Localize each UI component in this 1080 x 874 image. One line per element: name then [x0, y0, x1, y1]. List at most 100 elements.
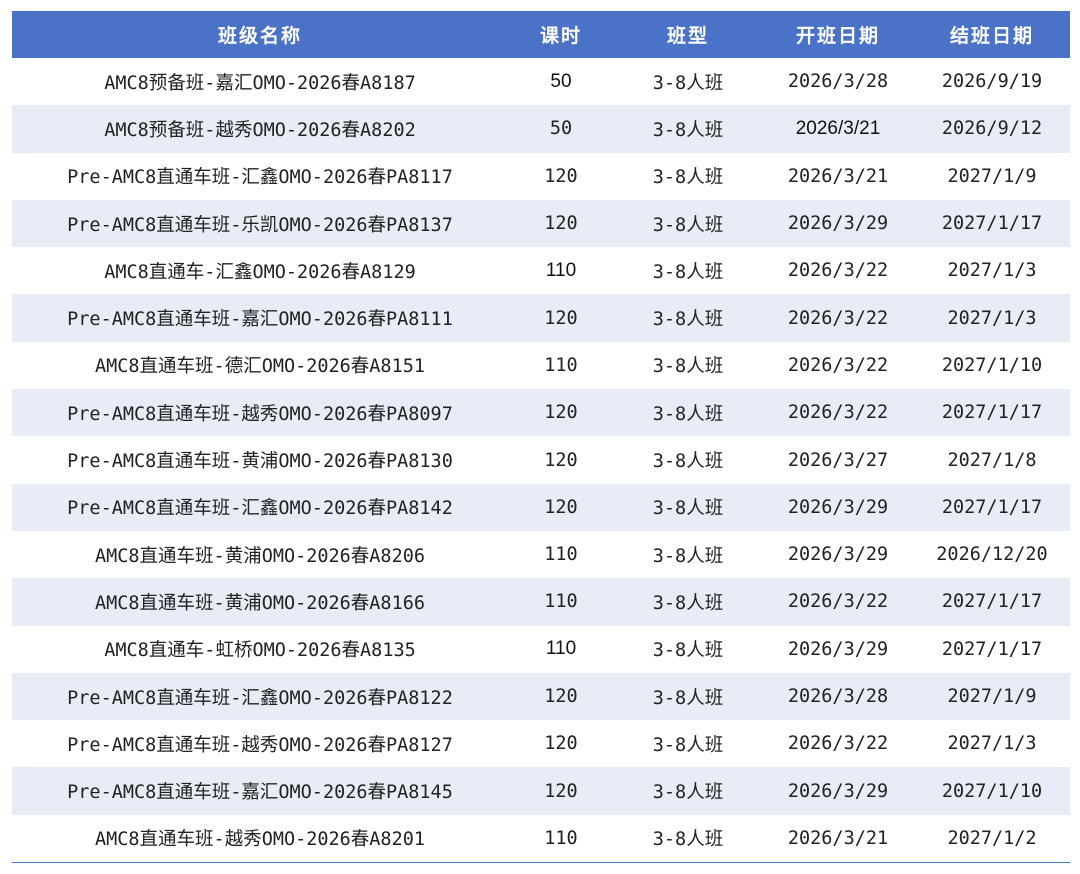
cell-class-type: 3-8人班	[614, 483, 762, 531]
table-row: AMC8预备班-越秀OMO-2026春A8202 50 3-8人班 2026/3…	[12, 105, 1070, 153]
cell-class-name: Pre-AMC8直通车班-嘉汇OMO-2026春PA8145	[12, 767, 508, 815]
cell-class-name: AMC8直通车-汇鑫OMO-2026春A8129	[104, 261, 416, 283]
cell-end-date: 2027/1/17	[914, 483, 1070, 531]
cell-start-date: 2026/3/29	[762, 767, 914, 815]
cell-class-name: Pre-AMC8直通车班-汇鑫OMO-2026春PA8117	[67, 167, 453, 189]
cell-class-hours: 110	[544, 544, 578, 566]
cell-class-type: 3-8人班	[614, 389, 762, 437]
cell-class-type: 3-8人班	[614, 672, 762, 721]
cell-end-date: 2027/1/3	[914, 294, 1070, 342]
cell-end-date: 2027/1/10	[941, 354, 1043, 376]
cell-end-date: 2027/1/9	[914, 672, 1070, 721]
cell-class-type: 3-8人班	[614, 578, 762, 626]
cell-start-date: 2026/3/28	[762, 672, 914, 721]
cell-end-date: 2027/1/3	[947, 733, 1037, 755]
cell-end-date: 2026/12/20	[936, 544, 1048, 566]
table-row: AMC8直通车-虹桥OMO-2026春A8135 110 3-8人班 2026/…	[12, 626, 1070, 673]
cell-class-hours: 110	[545, 259, 577, 281]
cell-end-date: 2027/1/17	[914, 578, 1070, 626]
cell-class-name: Pre-AMC8直通车班-黄浦OMO-2026春PA8130	[67, 451, 453, 473]
cell-start-date: 2026/3/28	[787, 71, 889, 93]
cell-end-date: 2027/1/9	[947, 165, 1037, 187]
cell-end-date: 2027/1/17	[941, 638, 1043, 660]
cell-class-name: Pre-AMC8直通车班-嘉汇OMO-2026春PA8111	[12, 294, 508, 342]
cell-start-date: 2026/3/21	[762, 814, 914, 864]
cell-class-type: 3-8人班	[614, 105, 762, 153]
cell-class-type: 3-8人班	[652, 261, 724, 283]
cell-class-hours: 120	[544, 449, 578, 471]
cell-class-type: 3-8人班	[652, 72, 724, 94]
table-row: Pre-AMC8直通车班-汇鑫OMO-2026春PA8117 120 3-8人班…	[12, 153, 1070, 200]
header-class-type: 班型	[614, 11, 762, 58]
cell-class-name: Pre-AMC8直通车班-汇鑫OMO-2026春PA8142	[12, 483, 508, 531]
cell-class-type: 3-8人班	[652, 734, 724, 756]
cell-class-name: Pre-AMC8直通车班-越秀OMO-2026春PA8097	[12, 389, 508, 437]
cell-class-hours: 50	[508, 105, 614, 153]
table-row: AMC8直通车班-德汇OMO-2026春A8151 110 3-8人班 2026…	[12, 342, 1070, 389]
header-class-hours: 课时	[508, 11, 614, 58]
cell-class-name: AMC8直通车班-德汇OMO-2026春A8151	[95, 356, 425, 378]
table-row: AMC8直通车-汇鑫OMO-2026春A8129 110 3-8人班 2026/…	[12, 247, 1070, 294]
cell-end-date: 2027/1/2	[914, 814, 1070, 864]
table-row: AMC8直通车班-越秀OMO-2026春A8201 110 3-8人班 2026…	[12, 814, 1070, 864]
table-row: Pre-AMC8直通车班-乐凯OMO-2026春PA8137 120 3-8人班…	[12, 199, 1070, 248]
table-row: AMC8预备班-嘉汇OMO-2026春A8187 50 3-8人班 2026/3…	[12, 58, 1070, 105]
cell-class-type: 3-8人班	[614, 199, 762, 248]
cell-start-date: 2026/3/21	[787, 165, 889, 187]
table-row: Pre-AMC8直通车班-越秀OMO-2026春PA8127 120 3-8人班…	[12, 720, 1070, 767]
class-schedule-table: 班级名称 课时 班型 开班日期 结班日期 AMC8预备班-嘉汇OMO-2026春…	[12, 11, 1070, 864]
table-body: AMC8预备班-嘉汇OMO-2026春A8187 50 3-8人班 2026/3…	[12, 58, 1070, 864]
table-row: AMC8直通车班-黄浦OMO-2026春A8206 110 3-8人班 2026…	[12, 531, 1070, 578]
cell-class-hours: 120	[508, 483, 614, 531]
cell-class-type: 3-8人班	[652, 356, 724, 378]
cell-class-hours: 120	[508, 389, 614, 437]
cell-class-name: Pre-AMC8直通车班-汇鑫OMO-2026春PA8122	[12, 672, 508, 721]
cell-end-date: 2027/1/17	[914, 389, 1070, 437]
cell-class-type: 3-8人班	[652, 167, 724, 189]
table-row: AMC8直通车班-黄浦OMO-2026春A8166 110 3-8人班 2026…	[12, 578, 1070, 626]
cell-class-name: AMC8直通车班-黄浦OMO-2026春A8166	[12, 578, 508, 626]
table-header: 班级名称 课时 班型 开班日期 结班日期	[12, 11, 1070, 58]
cell-class-name: AMC8直通车-虹桥OMO-2026春A8135	[104, 640, 416, 662]
cell-class-type: 3-8人班	[652, 451, 724, 473]
cell-start-date: 2026/3/22	[762, 294, 914, 342]
table-row: Pre-AMC8直通车班-黄浦OMO-2026春PA8130 120 3-8人班…	[12, 436, 1070, 483]
cell-class-hours: 120	[508, 294, 614, 342]
table-row: Pre-AMC8直通车班-嘉汇OMO-2026春PA8145 120 3-8人班…	[12, 767, 1070, 815]
cell-class-name: AMC8预备班-嘉汇OMO-2026春A8187	[104, 72, 416, 94]
cell-class-name: Pre-AMC8直通车班-乐凯OMO-2026春PA8137	[12, 199, 508, 248]
table-row: Pre-AMC8直通车班-汇鑫OMO-2026春PA8122 120 3-8人班…	[12, 672, 1070, 721]
cell-start-date: 2026/3/21	[762, 105, 914, 153]
cell-class-name: AMC8直通车班-越秀OMO-2026春A8201	[12, 814, 508, 864]
cell-end-date: 2027/1/10	[914, 767, 1070, 815]
cell-end-date: 2027/1/8	[947, 449, 1037, 471]
header-end-date: 结班日期	[914, 11, 1070, 58]
cell-class-type: 3-8人班	[652, 545, 724, 567]
cell-start-date: 2026/3/22	[762, 578, 914, 626]
cell-start-date: 2026/3/27	[787, 449, 889, 471]
cell-class-hours: 120	[508, 672, 614, 721]
table-row: Pre-AMC8直通车班-嘉汇OMO-2026春PA8111 120 3-8人班…	[12, 294, 1070, 342]
cell-class-hours: 50	[550, 70, 572, 92]
cell-class-name: AMC8预备班-越秀OMO-2026春A8202	[12, 105, 508, 153]
cell-class-hours: 120	[508, 199, 614, 248]
cell-class-name: Pre-AMC8直通车班-越秀OMO-2026春PA8127	[67, 734, 453, 756]
cell-class-hours: 110	[544, 354, 578, 376]
cell-class-type: 3-8人班	[652, 640, 724, 662]
header-class-name: 班级名称	[12, 11, 508, 58]
cell-end-date: 2026/9/12	[914, 105, 1070, 153]
cell-class-type: 3-8人班	[614, 814, 762, 864]
cell-end-date: 2027/1/17	[914, 199, 1070, 248]
cell-class-hours: 110	[508, 814, 614, 864]
cell-start-date: 2026/3/22	[762, 389, 914, 437]
cell-start-date: 2026/3/22	[787, 733, 889, 755]
cell-start-date: 2026/3/29	[762, 483, 914, 531]
cell-class-hours: 120	[544, 733, 578, 755]
cell-class-type: 3-8人班	[614, 294, 762, 342]
cell-end-date: 2027/1/3	[947, 260, 1037, 282]
cell-class-name: AMC8直通车班-黄浦OMO-2026春A8206	[95, 545, 425, 567]
cell-start-date: 2026/3/22	[787, 354, 889, 376]
table-row: Pre-AMC8直通车班-越秀OMO-2026春PA8097 120 3-8人班…	[12, 389, 1070, 437]
cell-class-hours: 120	[544, 165, 578, 187]
cell-class-type: 3-8人班	[614, 767, 762, 815]
